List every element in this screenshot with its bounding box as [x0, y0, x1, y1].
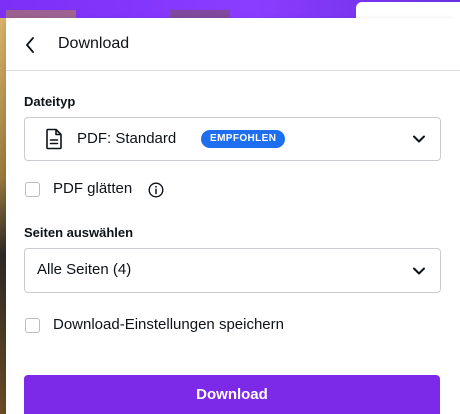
download-button[interactable]: Download: [24, 375, 440, 414]
save-settings-label: Download-Einstellungen speichern: [53, 316, 284, 333]
recommended-badge: EMPFOHLEN: [201, 130, 286, 148]
save-settings-checkbox[interactable]: [25, 318, 40, 333]
top-bar-tab: [356, 2, 460, 18]
panel-title: Download: [58, 35, 130, 52]
download-panel: Download Dateityp PDF: Standard EMPFOHLE…: [6, 18, 460, 414]
panel-header: Download: [6, 18, 460, 71]
top-bar: [0, 0, 460, 18]
document-icon: [46, 128, 62, 150]
pages-value: Alle Seiten (4): [37, 261, 132, 278]
chevron-down-icon: [413, 267, 425, 274]
flatten-pdf-label: PDF glätten: [53, 180, 133, 197]
chevron-left-icon: [26, 37, 34, 53]
canvas-strip: [170, 10, 230, 18]
file-type-label: Dateityp: [24, 94, 76, 109]
pages-label: Seiten auswählen: [24, 225, 134, 240]
chevron-down-icon: [413, 135, 425, 143]
file-type-select[interactable]: PDF: Standard EMPFOHLEN: [24, 117, 441, 161]
flatten-pdf-checkbox[interactable]: [25, 182, 40, 197]
file-type-value: PDF: Standard: [77, 130, 177, 147]
back-button[interactable]: [20, 34, 40, 56]
canvas-strip: [6, 10, 76, 18]
pages-select[interactable]: Alle Seiten (4): [24, 248, 441, 293]
info-icon[interactable]: [148, 182, 164, 198]
